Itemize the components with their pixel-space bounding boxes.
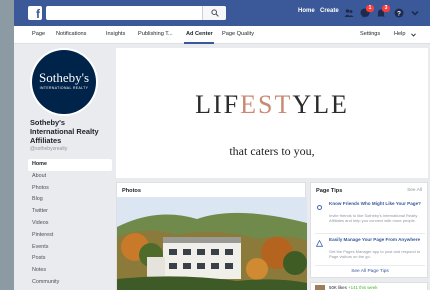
likes-summary: 50K likes +141 this week: [310, 282, 428, 290]
tab-ad-center[interactable]: Ad Center: [186, 31, 213, 37]
cover-title-part-3: YLE: [292, 90, 349, 119]
tip-description: Invite friends to like Sotheby's Interna…: [329, 213, 418, 223]
chevron-down-icon[interactable]: [410, 8, 420, 18]
facebook-logo[interactable]: f: [28, 6, 42, 20]
tip-title[interactable]: Know Friends Who Might Like Your Page?: [329, 201, 421, 207]
cover-tagline: that caters to you,: [229, 144, 315, 158]
tab-help[interactable]: Help: [394, 31, 406, 37]
search-icon: [211, 9, 219, 17]
sidebar-item-photos[interactable]: Photos: [28, 183, 112, 195]
sidebar-item-twitter[interactable]: Twitter: [28, 206, 112, 218]
tip-bullet-icon: [317, 205, 322, 210]
help-dropdown-icon[interactable]: [411, 33, 416, 37]
facebook-page-window: f Home Create 1 3 ? Page Notifications I…: [14, 0, 430, 290]
logo-subtext: INTERNATIONAL REALTY: [39, 86, 89, 90]
sothebys-logo: Sotheby's INTERNATIONAL REALTY: [32, 50, 96, 114]
photos-card: Photos: [116, 182, 307, 290]
likes-count: 50K likes: [329, 285, 347, 290]
search-input[interactable]: [46, 6, 226, 20]
top-bar: f Home Create 1 3 ?: [14, 0, 430, 26]
nav-create[interactable]: Create: [320, 8, 339, 14]
nav-home[interactable]: Home: [298, 8, 315, 14]
cover-title-part-1: LIF: [195, 90, 241, 119]
active-tab-indicator: [184, 42, 214, 44]
sidebar-item-blog[interactable]: Blog: [28, 194, 112, 206]
cover-title-part-2: EST: [240, 90, 293, 119]
sidebar-item-community[interactable]: Community: [28, 277, 112, 289]
sidebar-item-events[interactable]: Events: [28, 242, 112, 254]
page-admin-nav: Page Notifications Insights Publishing T…: [14, 26, 430, 44]
cover-title: LIFESTYLE: [116, 90, 428, 120]
photos-header[interactable]: Photos: [122, 188, 141, 194]
tab-page[interactable]: Page: [32, 31, 45, 37]
sidebar-item-notes[interactable]: Notes: [28, 265, 112, 277]
tab-notifications[interactable]: Notifications: [56, 31, 86, 37]
friends-icon[interactable]: [344, 8, 354, 18]
notifications-badge: 3: [382, 5, 390, 12]
tip-title[interactable]: Easily Manage Your Page From Anywhere: [329, 237, 421, 243]
tip-description: Get the Pages Manager app to post and re…: [329, 249, 421, 259]
sidebar-item-home[interactable]: Home: [28, 159, 112, 171]
likes-text: 50K likes +141 this week: [329, 285, 377, 290]
likes-thumbnail: [315, 285, 325, 290]
messages-badge: 1: [366, 5, 374, 12]
page-tips-card: Page Tips See All Know Friends Who Might…: [310, 182, 428, 278]
see-all-page-tips-link[interactable]: See All Page Tips: [311, 269, 429, 274]
property-photo[interactable]: [117, 197, 307, 290]
profile-picture[interactable]: Sotheby's INTERNATIONAL REALTY: [30, 48, 98, 116]
help-icon[interactable]: ?: [394, 8, 404, 18]
svg-text:?: ?: [397, 10, 401, 17]
tab-page-quality[interactable]: Page Quality: [222, 31, 254, 37]
warning-icon: [316, 240, 323, 247]
sidebar-item-about[interactable]: About: [28, 171, 112, 183]
tab-settings[interactable]: Settings: [360, 31, 380, 37]
page-tips-header: Page Tips: [316, 188, 343, 194]
page-name[interactable]: Sotheby's International Realty Affiliate…: [30, 118, 110, 145]
sidebar-item-posts[interactable]: Posts: [28, 253, 112, 265]
sidebar-item-videos[interactable]: Videos: [28, 218, 112, 230]
tips-divider: [315, 233, 425, 234]
logo-text: Sotheby's: [38, 70, 89, 85]
sidebar-item-pinterest[interactable]: Pinterest: [28, 230, 112, 242]
cover-photo[interactable]: LIFESTYLE that caters to you,: [116, 48, 428, 178]
search-button[interactable]: [202, 6, 226, 20]
tips-divider: [315, 265, 425, 266]
tab-insights[interactable]: Insights: [106, 31, 125, 37]
tab-publishing-tools[interactable]: Publishing T...: [138, 31, 173, 37]
likes-delta: +141 this week: [348, 285, 378, 290]
page-handle[interactable]: @sothebysrealty: [30, 146, 67, 152]
page-tips-see-all[interactable]: See All: [407, 188, 422, 193]
page-sidebar-menu: Home About Photos Blog Twitter Videos Pi…: [28, 159, 112, 289]
